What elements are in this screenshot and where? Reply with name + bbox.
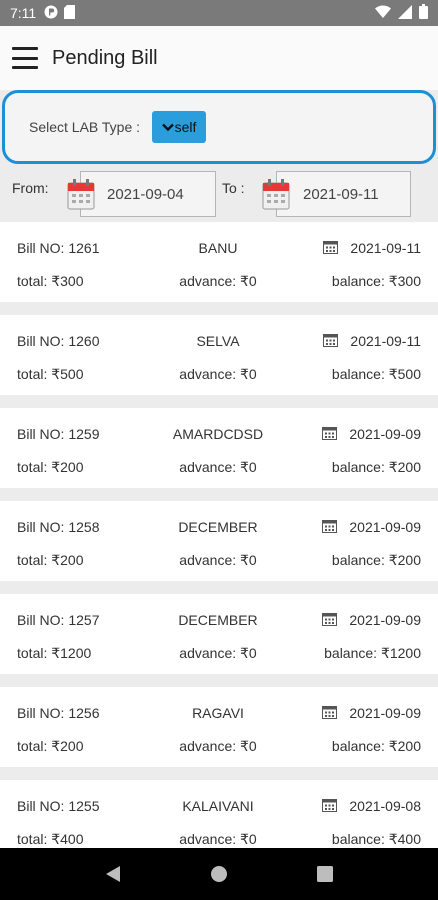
app-bar: Pending Bill: [0, 26, 438, 90]
lab-type-value: self: [174, 119, 197, 135]
bill-balance: balance: ₹400: [331, 831, 421, 847]
bill-balance: balance: ₹200: [331, 552, 421, 568]
bill-card[interactable]: Bill NO: 1256 RAGAVI 2021-09-09 total: ₹…: [0, 687, 438, 767]
bill-date: 2021-09-08: [349, 798, 421, 814]
from-calendar-icon[interactable]: [67, 178, 95, 210]
battery-icon: [419, 4, 428, 22]
bill-card[interactable]: Bill NO: 1261 BANU 2021-09-11 total: ₹30…: [0, 222, 438, 302]
calendar-icon: [323, 241, 339, 254]
bill-total: total: ₹300: [17, 273, 84, 289]
from-date-value: 2021-09-04: [107, 185, 184, 203]
bill-number: Bill NO: 1256: [17, 705, 100, 721]
bill-total: total: ₹200: [17, 738, 84, 754]
app-notification-icon: [44, 5, 58, 22]
bill-number: Bill NO: 1260: [17, 333, 100, 349]
bill-balance: balance: ₹200: [331, 459, 421, 475]
cellular-signal-icon: [398, 4, 412, 22]
bill-card[interactable]: Bill NO: 1260 SELVA 2021-09-11 total: ₹5…: [0, 315, 438, 395]
patient-name: KALAIVANI: [182, 798, 254, 814]
home-circle-icon: [211, 866, 227, 882]
date-range: From: 2021-09-04 To : 2021-09-11: [0, 168, 438, 222]
to-calendar-icon[interactable]: [262, 178, 290, 210]
bill-balance: balance: ₹200: [331, 738, 421, 754]
calendar-icon: [322, 613, 338, 626]
recents-square-icon: [317, 866, 333, 882]
back-button[interactable]: [93, 854, 133, 894]
bill-card[interactable]: Bill NO: 1258 DECEMBER 2021-09-09 total:…: [0, 501, 438, 581]
bill-number: Bill NO: 1259: [17, 426, 100, 442]
status-time: 7:11: [10, 5, 37, 21]
bill-date: 2021-09-09: [349, 612, 421, 628]
bill-card[interactable]: Bill NO: 1259 AMARDCDSD 2021-09-09 total…: [0, 408, 438, 488]
bill-balance: balance: ₹300: [331, 273, 421, 289]
bill-number: Bill NO: 1257: [17, 612, 100, 628]
calendar-icon: [322, 799, 338, 812]
bill-date: 2021-09-09: [349, 519, 421, 535]
calendar-icon: [322, 520, 338, 533]
patient-name: BANU: [198, 240, 238, 256]
bill-advance: advance: ₹0: [179, 738, 257, 754]
bill-balance: balance: ₹1200: [324, 645, 421, 661]
bill-number: Bill NO: 1261: [17, 240, 100, 256]
patient-name: SELVA: [196, 333, 240, 349]
bill-total: total: ₹200: [17, 552, 84, 568]
patient-name: RAGAVI: [192, 705, 244, 721]
calendar-icon: [322, 706, 338, 719]
to-date-value: 2021-09-11: [303, 185, 379, 203]
back-triangle-icon: [106, 866, 120, 882]
from-label: From:: [12, 180, 49, 196]
bill-advance: advance: ₹0: [179, 459, 257, 475]
bill-total: total: ₹200: [17, 459, 84, 475]
bill-advance: advance: ₹0: [179, 273, 257, 289]
calendar-icon: [323, 334, 339, 347]
hamburger-menu-icon[interactable]: [12, 47, 38, 69]
bill-balance: balance: ₹500: [331, 366, 421, 382]
bill-number: Bill NO: 1258: [17, 519, 100, 535]
bill-date: 2021-09-11: [350, 240, 421, 256]
bill-total: total: ₹500: [17, 366, 84, 382]
lab-type-dropdown[interactable]: self: [152, 111, 207, 143]
home-button[interactable]: [199, 854, 239, 894]
to-date-field[interactable]: 2021-09-11: [276, 171, 411, 217]
bill-number: Bill NO: 1255: [17, 798, 100, 814]
recents-button[interactable]: [305, 854, 345, 894]
bill-date: 2021-09-09: [349, 426, 421, 442]
bill-card[interactable]: Bill NO: 1257 DECEMBER 2021-09-09 total:…: [0, 594, 438, 674]
from-date-field[interactable]: 2021-09-04: [80, 171, 216, 217]
patient-name: DECEMBER: [178, 519, 258, 535]
lab-type-filter: Select LAB Type : self: [2, 90, 436, 164]
sd-card-icon: [64, 4, 76, 22]
bill-total: total: ₹400: [17, 831, 84, 847]
system-navigation-bar: [0, 848, 438, 900]
page-title: Pending Bill: [52, 46, 158, 69]
patient-name: AMARDCDSD: [172, 426, 264, 442]
bill-advance: advance: ₹0: [179, 831, 257, 847]
bill-advance: advance: ₹0: [179, 366, 257, 382]
bill-date: 2021-09-11: [350, 333, 421, 349]
patient-name: DECEMBER: [178, 612, 258, 628]
calendar-icon: [322, 427, 338, 440]
to-label: To :: [222, 180, 245, 196]
status-bar: 7:11: [0, 0, 438, 26]
lab-type-label: Select LAB Type :: [29, 119, 141, 135]
wifi-icon: [375, 4, 391, 22]
chevron-down-icon: [161, 119, 174, 135]
bill-advance: advance: ₹0: [179, 645, 257, 661]
bill-total: total: ₹1200: [17, 645, 92, 661]
bill-date: 2021-09-09: [349, 705, 421, 721]
bill-advance: advance: ₹0: [179, 552, 257, 568]
